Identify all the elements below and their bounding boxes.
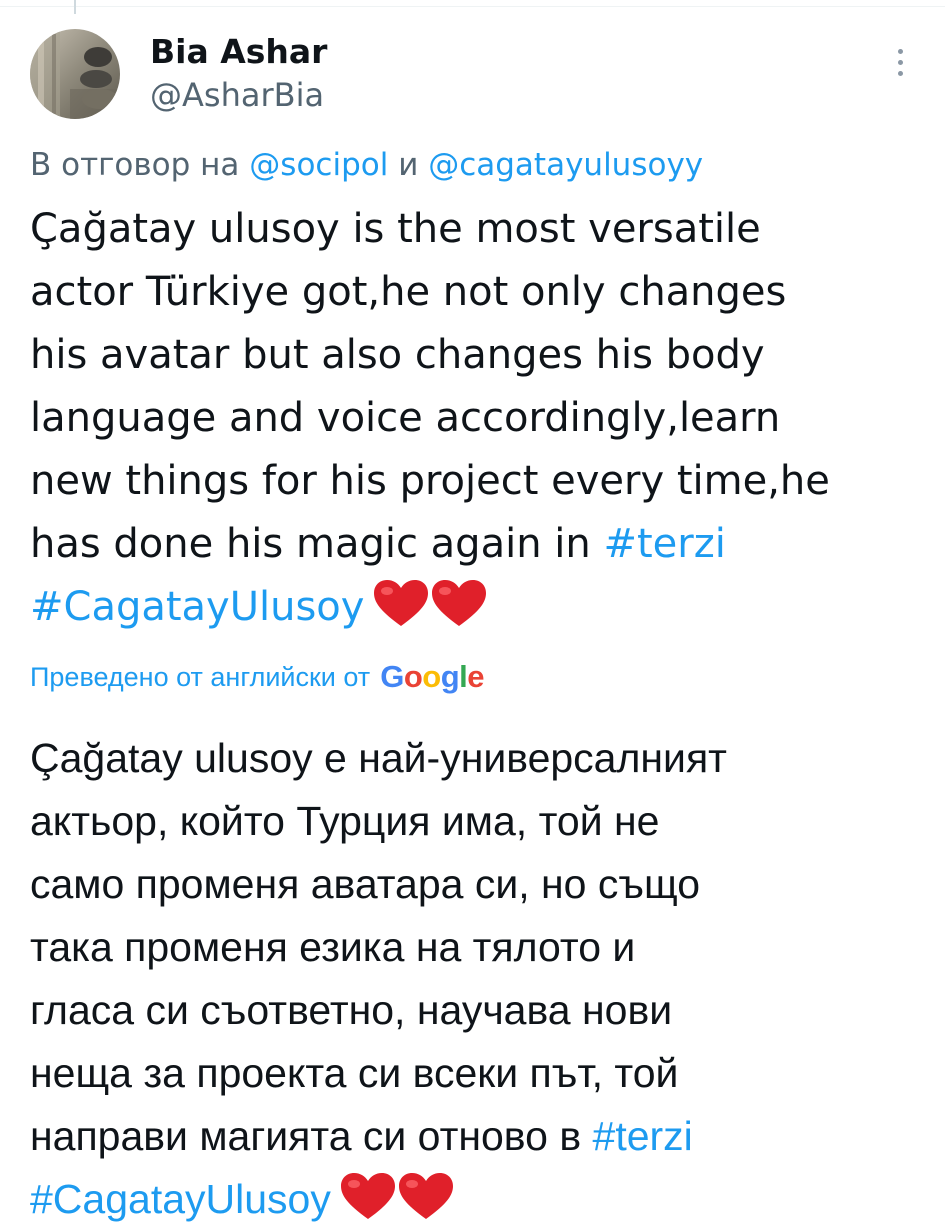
reply-conjunction: и [398,147,419,183]
top-divider [0,0,945,7]
reply-prefix: В отговор на [30,147,240,183]
author-display-name[interactable]: Bia Ashar [150,31,327,73]
hashtag-terzi[interactable]: #terzi [593,1113,693,1159]
mention-link-cagatayulusoyy[interactable]: @cagatayulusoyy [428,147,703,183]
red-heart-icon [432,580,487,626]
translation-attribution[interactable]: Преведено от английски от Google [30,655,484,699]
translated-line: само променя аватара си, но също [30,861,701,907]
red-heart-icon [374,580,429,626]
tweet-text-translated: Çağatay ulusoy е най-универсалният актьо… [30,727,920,1231]
mention-link-socipol[interactable]: @socipol [249,147,388,183]
translated-line-with-hashtag: направи магията си отново в #terzi [30,1105,920,1168]
tweet-line-text: has done his magic again in [30,521,591,567]
translated-line-hashtag-hearts: #CagatayUlusoy [30,1168,920,1231]
translated-line: Çağatay ulusoy е най-универсалният [30,735,727,781]
more-dot [897,70,903,76]
thread-connector-line [74,0,76,14]
tweet-line-hashtag-hearts: #CagatayUlusoy [30,576,920,639]
translation-note: Преведено от английски от [30,662,371,692]
google-logo: Google [380,659,484,694]
hearts-emoji [339,1171,455,1221]
tweet-line: Çağatay ulusoy is the most versatile [30,206,761,252]
translated-line: актьор, който Турция има, той не [30,798,660,844]
tweet-line-with-hashtag: has done his magic again in #terzi [30,513,920,576]
more-dot [897,59,903,65]
translated-line: гласа си съответно, научава нови [30,987,673,1033]
avatar-image [30,29,120,119]
tweet-text-original: Çağatay ulusoy is the most versatile act… [30,198,920,639]
hashtag-cagatayulusoy[interactable]: #CagatayUlusoy [30,1176,331,1222]
red-heart-icon [340,1173,395,1219]
tweet-line: language and voice accordingly,learn [30,395,781,441]
hashtag-cagatayulusoy[interactable]: #CagatayUlusoy [30,584,364,630]
hashtag-terzi[interactable]: #terzi [603,521,725,567]
tweet-line: new things for his project every time,he [30,458,830,504]
author-handle[interactable]: @AsharBia [150,73,327,117]
tweet-header: Bia Ashar @AsharBia [30,26,920,122]
translated-line: неща за проекта си всеки път, той [30,1050,679,1096]
hearts-emoji [372,578,488,628]
translated-line: така променя езика на тялото и [30,924,636,970]
more-options-icon[interactable] [880,40,920,84]
author-info: Bia Ashar @AsharBia [150,31,327,117]
avatar[interactable] [30,29,120,119]
translated-line-text: направи магията си отново в [30,1113,582,1159]
reply-context: В отговор на @socipol и @cagatayulusoyy [30,146,703,184]
tweet-line: his avatar but also changes his body [30,332,765,378]
red-heart-icon [398,1173,453,1219]
more-dot [897,48,903,54]
tweet-line: actor Türkiye got,he not only changes [30,269,787,315]
